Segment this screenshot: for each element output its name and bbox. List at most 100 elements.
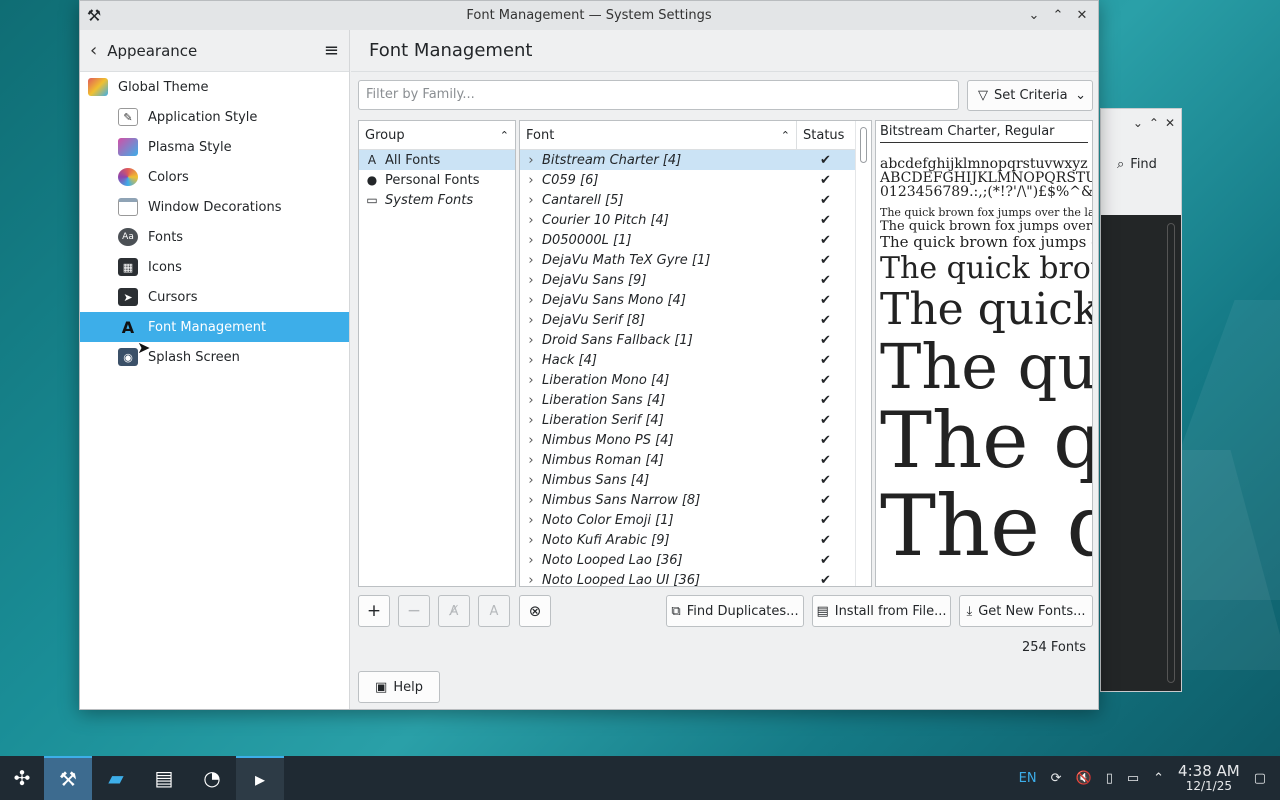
language-indicator[interactable]: EN (1019, 771, 1037, 786)
back-button[interactable]: ‹ (90, 40, 97, 61)
font-row[interactable]: › D050000L [1] ✔ (520, 230, 871, 250)
help-button[interactable]: ▣ Help (358, 671, 440, 703)
font-row[interactable]: › Noto Looped Lao UI [36] ✔ (520, 570, 871, 587)
find-duplicates-button[interactable]: ⧉ Find Duplicates... (666, 595, 804, 627)
install-from-file-button[interactable]: ▤ Install from File... (812, 595, 951, 627)
terminal-area[interactable] (1101, 215, 1181, 691)
chevron-right-icon[interactable]: › (520, 433, 542, 448)
font-row[interactable]: › DejaVu Serif [8] ✔ (520, 310, 871, 330)
close-icon[interactable]: ✕ (1165, 116, 1175, 130)
status-check-icon[interactable]: ✔ (798, 513, 853, 528)
chevron-right-icon[interactable]: › (520, 253, 542, 268)
status-check-icon[interactable]: ✔ (798, 333, 853, 348)
chevron-right-icon[interactable]: › (520, 293, 542, 308)
status-check-icon[interactable]: ✔ (798, 533, 853, 548)
sidebar-item-fonts[interactable]: Aa Fonts (80, 222, 349, 252)
status-check-icon[interactable]: ✔ (798, 253, 853, 268)
font-row[interactable]: › DejaVu Sans [9] ✔ (520, 270, 871, 290)
remove-group-button[interactable]: − (398, 595, 430, 627)
status-check-icon[interactable]: ✔ (798, 473, 853, 488)
font-row[interactable]: › Liberation Serif [4] ✔ (520, 410, 871, 430)
chevron-right-icon[interactable]: › (520, 193, 542, 208)
sidebar-item-cursors[interactable]: ➤ Cursors (80, 282, 349, 312)
get-new-fonts-button[interactable]: ⤓ Get New Fonts... (959, 595, 1093, 627)
font-row[interactable]: › Liberation Mono [4] ✔ (520, 370, 871, 390)
chevron-right-icon[interactable]: › (520, 393, 542, 408)
status-column-header[interactable]: Status (797, 128, 844, 143)
status-check-icon[interactable]: ✔ (798, 213, 853, 228)
sidebar-item-window-decorations[interactable]: Window Decorations (80, 192, 349, 222)
show-desktop-icon[interactable]: ▢ (1254, 771, 1266, 786)
settings-app-icon[interactable]: ⚒ (80, 6, 108, 25)
font-row[interactable]: › Bitstream Charter [4] ✔ (520, 150, 871, 170)
status-check-icon[interactable]: ✔ (798, 293, 853, 308)
scrollbar[interactable] (1167, 223, 1175, 683)
font-row[interactable]: › Liberation Sans [4] ✔ (520, 390, 871, 410)
system-settings-task[interactable]: ⚒ (44, 756, 92, 800)
sidebar-item-colors[interactable]: Colors (80, 162, 349, 192)
font-row[interactable]: › Nimbus Roman [4] ✔ (520, 450, 871, 470)
sidebar-item-global-theme[interactable]: Global Theme (80, 72, 349, 102)
group-item-system-fonts[interactable]: ▭ System Fonts (359, 190, 515, 210)
font-row[interactable]: › Nimbus Sans Narrow [8] ✔ (520, 490, 871, 510)
sidebar-item-icons[interactable]: ▦ Icons (80, 252, 349, 282)
status-check-icon[interactable]: ✔ (798, 313, 853, 328)
chevron-down-icon[interactable]: ⌄ (1133, 116, 1143, 130)
status-check-icon[interactable]: ✔ (798, 413, 853, 428)
file-manager-icon[interactable]: ▤ (140, 756, 188, 800)
disable-font-button[interactable]: A (478, 595, 510, 627)
chevron-right-icon[interactable]: › (520, 333, 542, 348)
hamburger-menu-icon[interactable]: ≡ (324, 40, 339, 61)
find-button[interactable]: ⌕ Find (1101, 137, 1181, 191)
status-check-icon[interactable]: ✔ (798, 573, 853, 587)
font-row[interactable]: › Noto Looped Lao [36] ✔ (520, 550, 871, 570)
minimize-button[interactable]: ⌄ (1024, 6, 1044, 26)
chevron-right-icon[interactable]: › (520, 153, 542, 168)
volume-muted-icon[interactable]: 🔇 (1076, 771, 1092, 786)
chevron-right-icon[interactable]: › (520, 493, 542, 508)
maximize-button[interactable]: ⌃ (1048, 6, 1068, 26)
sidebar-item-application-style[interactable]: ✎ Application Style (80, 102, 349, 132)
status-check-icon[interactable]: ✔ (798, 453, 853, 468)
status-check-icon[interactable]: ✔ (798, 153, 853, 168)
status-check-icon[interactable]: ✔ (798, 173, 853, 188)
chevron-right-icon[interactable]: › (520, 553, 542, 568)
battery-icon[interactable]: ▯ (1106, 771, 1113, 786)
enable-font-button[interactable]: A̸ (438, 595, 470, 627)
status-check-icon[interactable]: ✔ (798, 493, 853, 508)
font-column-header[interactable]: Font ⌃ (520, 121, 797, 149)
tray-expand-icon[interactable]: ⌃ (1153, 771, 1164, 786)
filter-input[interactable]: Filter by Family... (358, 80, 959, 110)
chevron-right-icon[interactable]: › (520, 313, 542, 328)
chevron-right-icon[interactable]: › (520, 453, 542, 468)
update-icon[interactable]: ⟳ (1051, 771, 1062, 786)
group-header[interactable]: Group ⌃ (359, 121, 515, 150)
delete-font-button[interactable]: ⊗ (519, 595, 551, 627)
chevron-right-icon[interactable]: › (520, 213, 542, 228)
app-launcher-icon[interactable]: ✣ (0, 756, 44, 800)
chevron-right-icon[interactable]: › (520, 413, 542, 428)
add-group-button[interactable]: + (358, 595, 390, 627)
terminal-icon[interactable]: ▸ (236, 756, 284, 800)
font-row[interactable]: › Courier 10 Pitch [4] ✔ (520, 210, 871, 230)
status-check-icon[interactable]: ✔ (798, 273, 853, 288)
chevron-right-icon[interactable]: › (520, 173, 542, 188)
chevron-right-icon[interactable]: › (520, 273, 542, 288)
font-row[interactable]: › DejaVu Sans Mono [4] ✔ (520, 290, 871, 310)
font-row[interactable]: › Noto Kufi Arabic [9] ✔ (520, 530, 871, 550)
group-item-personal-fonts[interactable]: ● Personal Fonts (359, 170, 515, 190)
chevron-right-icon[interactable]: › (520, 513, 542, 528)
font-row[interactable]: › Cantarell [5] ✔ (520, 190, 871, 210)
font-row[interactable]: › Noto Color Emoji [1] ✔ (520, 510, 871, 530)
font-list-scrollbar[interactable] (855, 121, 871, 586)
firefox-icon[interactable]: ◔ (188, 756, 236, 800)
title-bar[interactable]: ⚒ Font Management — System Settings ⌄ ⌃ … (80, 1, 1098, 30)
sidebar-item-font-management[interactable]: A Font Management (80, 312, 349, 342)
chevron-right-icon[interactable]: › (520, 573, 542, 587)
chevron-up-icon[interactable]: ⌃ (1149, 116, 1159, 130)
close-button[interactable]: ✕ (1072, 6, 1092, 26)
font-row[interactable]: › Nimbus Mono PS [4] ✔ (520, 430, 871, 450)
status-check-icon[interactable]: ✔ (798, 353, 853, 368)
font-row[interactable]: › Hack [4] ✔ (520, 350, 871, 370)
clock[interactable]: 4:38 AM 12/1/25 (1178, 763, 1240, 793)
